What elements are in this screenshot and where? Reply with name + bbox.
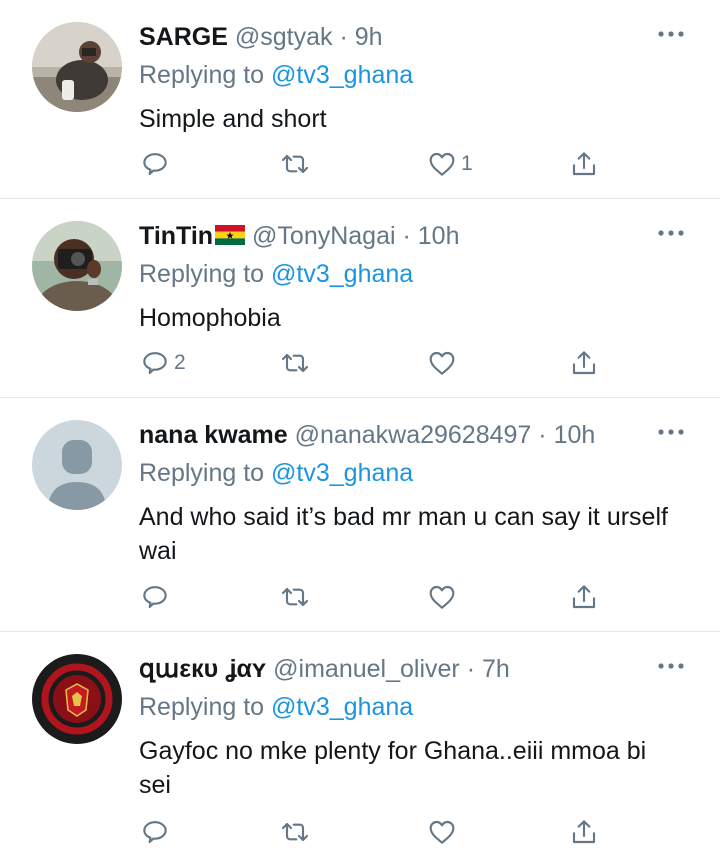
like-count: 1 — [461, 152, 473, 175]
replying-to-handle[interactable]: @tv3_ghana — [271, 459, 413, 487]
manchester-united-crest-icon — [32, 654, 122, 744]
separator-dot: · — [538, 421, 547, 449]
user-handle[interactable]: @nanakwa29628497 — [295, 421, 532, 449]
user-handle[interactable]: @TonyNagai — [252, 222, 396, 250]
tweet-header: զաεкυ ʝαʏ @imanuel_oliver · 7h — [139, 654, 510, 684]
avatar[interactable] — [32, 22, 122, 112]
replying-to-label: Replying to — [139, 260, 265, 288]
separator-dot: · — [466, 655, 476, 683]
reply-button[interactable] — [139, 814, 174, 850]
retweet-button[interactable] — [279, 345, 311, 381]
tweet-text: Gayfoc no mke plenty for Ghana..eiii mmo… — [139, 737, 647, 799]
display-name[interactable]: զաεкυ ʝαʏ — [139, 655, 266, 683]
tweet-card[interactable]: TinTin @TonyNagai · 10h Replying to @tv3… — [0, 199, 720, 398]
tweet-actions: 2 — [139, 345, 609, 381]
avatar-photo-icon — [32, 221, 122, 311]
reply-icon — [143, 586, 167, 609]
user-handle[interactable]: @sgtyak — [235, 23, 333, 51]
like-button[interactable] — [426, 345, 461, 381]
timestamp[interactable]: 7h — [482, 655, 510, 683]
like-button[interactable] — [426, 814, 461, 850]
retweet-icon — [281, 822, 309, 842]
display-name[interactable]: nana kwame — [139, 421, 288, 449]
share-icon — [572, 152, 596, 176]
share-button[interactable] — [568, 146, 600, 182]
replying-to-label: Replying to — [139, 693, 265, 721]
reply-icon — [143, 821, 167, 844]
like-button[interactable] — [426, 579, 461, 615]
avatar-photo-icon — [32, 22, 122, 112]
replying-to-handle[interactable]: @tv3_ghana — [271, 260, 413, 288]
tweet-actions: 1 — [139, 146, 609, 182]
more-options-icon[interactable] — [656, 422, 686, 442]
like-button[interactable]: 1 — [426, 146, 473, 182]
avatar[interactable] — [32, 654, 122, 744]
share-icon — [572, 351, 596, 375]
retweet-icon — [281, 353, 309, 373]
share-icon — [572, 820, 596, 844]
reply-icon — [143, 352, 167, 375]
display-name[interactable]: TinTin — [139, 222, 213, 250]
retweet-button[interactable] — [279, 579, 311, 615]
share-button[interactable] — [568, 579, 600, 615]
tweet-header: TinTin @TonyNagai · 10h — [139, 221, 460, 251]
share-button[interactable] — [568, 345, 600, 381]
replying-to: Replying to @tv3_ghana — [139, 458, 413, 488]
user-handle[interactable]: @imanuel_oliver — [273, 655, 460, 683]
ghana-flag-icon — [215, 222, 246, 245]
heart-icon — [429, 351, 455, 375]
replying-to-handle[interactable]: @tv3_ghana — [271, 693, 413, 721]
timestamp[interactable]: 10h — [554, 421, 596, 449]
tweet-card[interactable]: nana kwame @nanakwa29628497 · 10h Replyi… — [0, 398, 720, 632]
replying-to-label: Replying to — [139, 61, 265, 89]
tweet-text: And who said it’s bad mr man u can say i… — [139, 503, 668, 565]
tweet-text: Homophobia — [139, 304, 281, 332]
tweet-actions — [139, 814, 609, 850]
separator-dot: · — [339, 23, 348, 51]
replying-to: Replying to @tv3_ghana — [139, 60, 413, 90]
replying-to: Replying to @tv3_ghana — [139, 259, 413, 289]
retweet-button[interactable] — [279, 146, 311, 182]
reply-icon — [143, 153, 167, 176]
tweet-card[interactable]: SARGE @sgtyak · 9h Replying to @tv3_ghan… — [0, 0, 720, 199]
retweet-icon — [281, 154, 309, 174]
replying-to: Replying to @tv3_ghana — [139, 692, 413, 722]
separator-dot: · — [402, 222, 411, 250]
default-profile-icon — [32, 420, 122, 510]
reply-button[interactable] — [139, 146, 174, 182]
tweet-actions — [139, 579, 609, 615]
share-button[interactable] — [568, 814, 600, 850]
heart-icon — [429, 585, 455, 609]
replying-to-handle[interactable]: @tv3_ghana — [271, 61, 413, 89]
reply-button[interactable]: 2 — [139, 345, 186, 381]
more-options-icon[interactable] — [656, 223, 686, 243]
heart-icon — [429, 152, 455, 176]
more-options-icon[interactable] — [656, 24, 686, 44]
tweet-header: nana kwame @nanakwa29628497 · 10h — [139, 420, 595, 450]
timestamp[interactable]: 9h — [355, 23, 383, 51]
retweet-icon — [281, 587, 309, 607]
reply-count: 2 — [174, 351, 186, 374]
timestamp[interactable]: 10h — [418, 222, 460, 250]
heart-icon — [429, 820, 455, 844]
more-options-icon[interactable] — [656, 656, 686, 676]
tweet-card[interactable]: զաεкυ ʝαʏ @imanuel_oliver · 7h Replying … — [0, 632, 720, 855]
share-icon — [572, 585, 596, 609]
avatar[interactable] — [32, 221, 122, 311]
display-name[interactable]: SARGE — [139, 23, 228, 51]
tweet-text: Simple and short — [139, 105, 327, 133]
avatar[interactable] — [32, 420, 122, 510]
retweet-button[interactable] — [279, 814, 311, 850]
replying-to-label: Replying to — [139, 459, 265, 487]
tweet-header: SARGE @sgtyak · 9h — [139, 22, 383, 52]
reply-button[interactable] — [139, 579, 174, 615]
